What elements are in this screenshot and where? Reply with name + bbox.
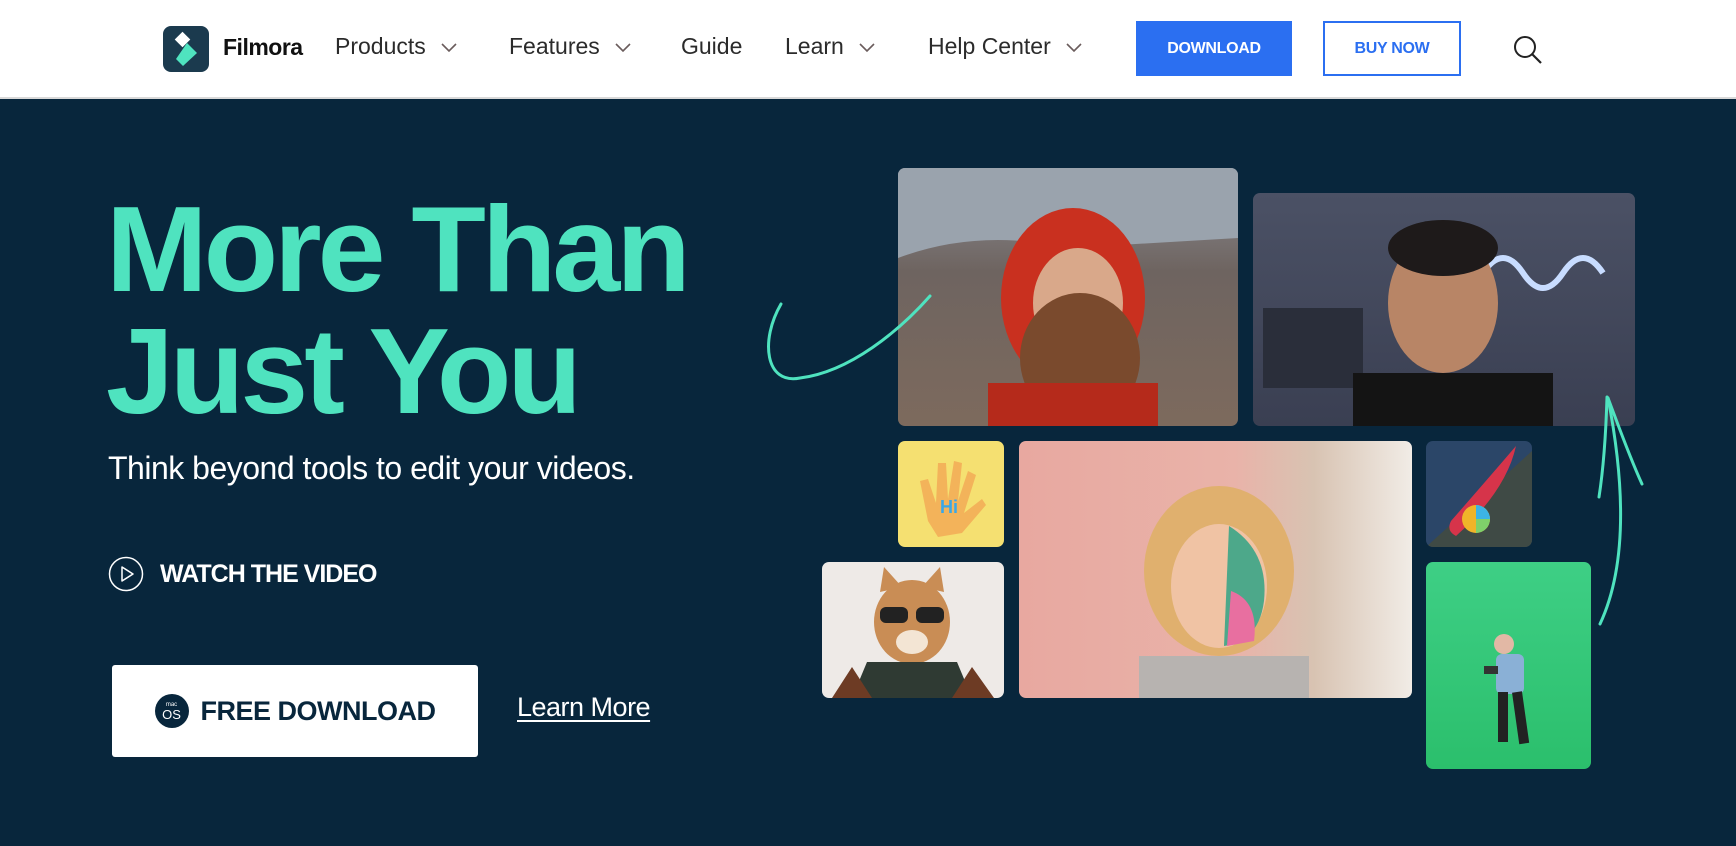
nav-learn[interactable]: Learn	[785, 33, 876, 60]
chevron-down-icon	[859, 42, 875, 52]
nav-products[interactable]: Products	[335, 33, 458, 60]
buy-now-button[interactable]: BUY NOW	[1323, 21, 1461, 76]
brand-name[interactable]: Filmora	[223, 34, 303, 61]
chevron-down-icon	[615, 42, 631, 52]
free-download-label: FREE DOWNLOAD	[200, 695, 436, 726]
green-screen-tile	[1426, 562, 1591, 769]
face-paint-tile	[1019, 441, 1412, 698]
free-download-button[interactable]: mac OS FREE DOWNLOAD	[112, 665, 478, 757]
svg-text:Hi: Hi	[940, 497, 958, 517]
hero-headline: More Than Just You	[106, 181, 691, 439]
chevron-down-icon	[441, 42, 457, 52]
search-icon[interactable]	[1512, 34, 1544, 66]
nav-products-label: Products	[335, 33, 426, 59]
nav-help-center-label: Help Center	[928, 33, 1051, 59]
learn-more-link[interactable]: Learn More	[517, 692, 651, 723]
macos-icon-large-text: OS	[162, 706, 181, 722]
headline-line-2: Just You	[106, 303, 582, 439]
watch-video-link[interactable]: WATCH THE VIDEO	[108, 556, 377, 592]
hero-subtitle: Think beyond tools to edit your videos.	[108, 450, 635, 486]
chevron-down-icon	[1066, 42, 1082, 52]
play-circle-icon	[108, 556, 144, 592]
download-button[interactable]: DOWNLOAD	[1136, 21, 1292, 76]
dog-sunglasses-tile	[822, 562, 1004, 698]
macos-icon: mac OS	[154, 694, 189, 728]
nav-features[interactable]: Features	[509, 33, 632, 60]
top-navigation: Filmora Products Features Guide Learn He…	[0, 0, 1736, 99]
headline-line-1: More Than	[106, 181, 691, 317]
nav-guide[interactable]: Guide	[681, 33, 742, 60]
nav-learn-label: Learn	[785, 33, 844, 59]
watch-video-label: WATCH THE VIDEO	[160, 559, 377, 588]
nav-help-center[interactable]: Help Center	[928, 33, 1083, 60]
hi-hand-tile: Hi	[898, 441, 1004, 547]
nav-features-label: Features	[509, 33, 600, 59]
vlogger-neon-tile	[1253, 193, 1635, 426]
hiker-selfie-tile	[898, 168, 1238, 426]
boat-aerial-tile	[1426, 441, 1532, 547]
nav-guide-label: Guide	[681, 33, 743, 59]
filmora-logo-icon[interactable]	[163, 26, 209, 72]
